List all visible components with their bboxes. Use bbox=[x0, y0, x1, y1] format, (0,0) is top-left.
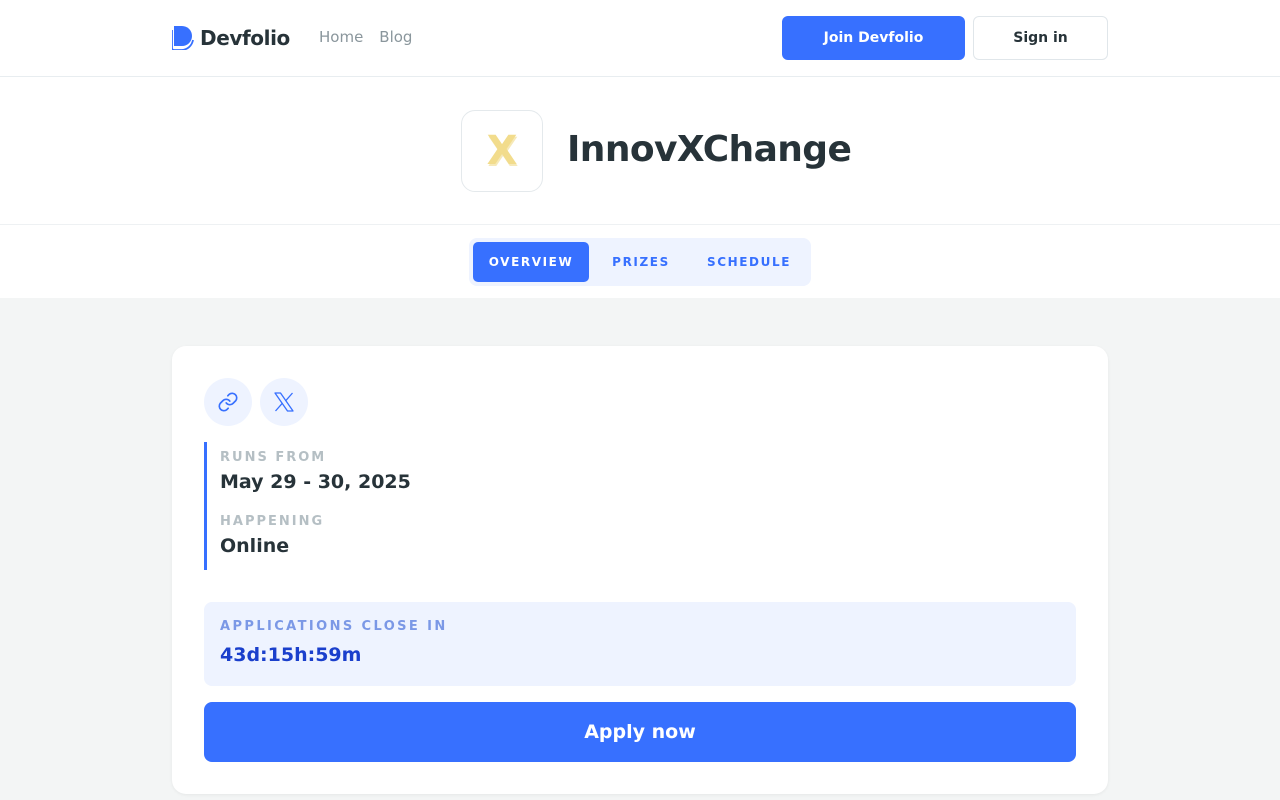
main-nav: Home Blog bbox=[319, 28, 412, 46]
event-logo: X bbox=[461, 110, 543, 192]
event-tabs-bar: OVERVIEW PRIZES SCHEDULE bbox=[0, 225, 1280, 298]
tab-schedule[interactable]: SCHEDULE bbox=[693, 242, 805, 282]
sign-in-button[interactable]: Sign in bbox=[973, 16, 1108, 60]
x-icon bbox=[274, 392, 294, 412]
event-title: InnovXChange bbox=[567, 129, 852, 170]
overview-card: RUNS FROM May 29 - 30, 2025 HAPPENING On… bbox=[172, 346, 1108, 794]
countdown-label: APPLICATIONS CLOSE IN bbox=[220, 619, 448, 634]
event-hero: X InnovXChange bbox=[0, 77, 1280, 225]
tab-prizes[interactable]: PRIZES bbox=[593, 242, 689, 282]
x-twitter-button[interactable] bbox=[260, 378, 308, 426]
devfolio-logo[interactable]: Devfolio bbox=[172, 26, 290, 50]
link-icon bbox=[218, 392, 238, 412]
apply-now-button[interactable]: Apply now bbox=[204, 702, 1076, 762]
join-devfolio-button[interactable]: Join Devfolio bbox=[782, 16, 965, 60]
runs-from-label: RUNS FROM bbox=[220, 450, 327, 465]
event-tabs: OVERVIEW PRIZES SCHEDULE bbox=[469, 238, 811, 286]
website-link-button[interactable] bbox=[204, 378, 252, 426]
tab-overview[interactable]: OVERVIEW bbox=[473, 242, 589, 282]
event-info: RUNS FROM May 29 - 30, 2025 HAPPENING On… bbox=[204, 442, 504, 570]
event-logo-letter: X bbox=[486, 128, 518, 174]
brand-name: Devfolio bbox=[200, 26, 290, 50]
runs-from-value: May 29 - 30, 2025 bbox=[220, 471, 411, 493]
devfolio-logo-icon bbox=[172, 26, 194, 50]
nav-link-home[interactable]: Home bbox=[319, 28, 363, 46]
countdown-value: 43d:15h:59m bbox=[220, 644, 362, 666]
happening-label: HAPPENING bbox=[220, 514, 325, 529]
nav-link-blog[interactable]: Blog bbox=[379, 28, 412, 46]
happening-value: Online bbox=[220, 535, 290, 557]
applications-countdown: APPLICATIONS CLOSE IN 43d:15h:59m bbox=[204, 602, 1076, 686]
top-navbar: Devfolio Home Blog Join Devfolio Sign in bbox=[0, 0, 1280, 77]
